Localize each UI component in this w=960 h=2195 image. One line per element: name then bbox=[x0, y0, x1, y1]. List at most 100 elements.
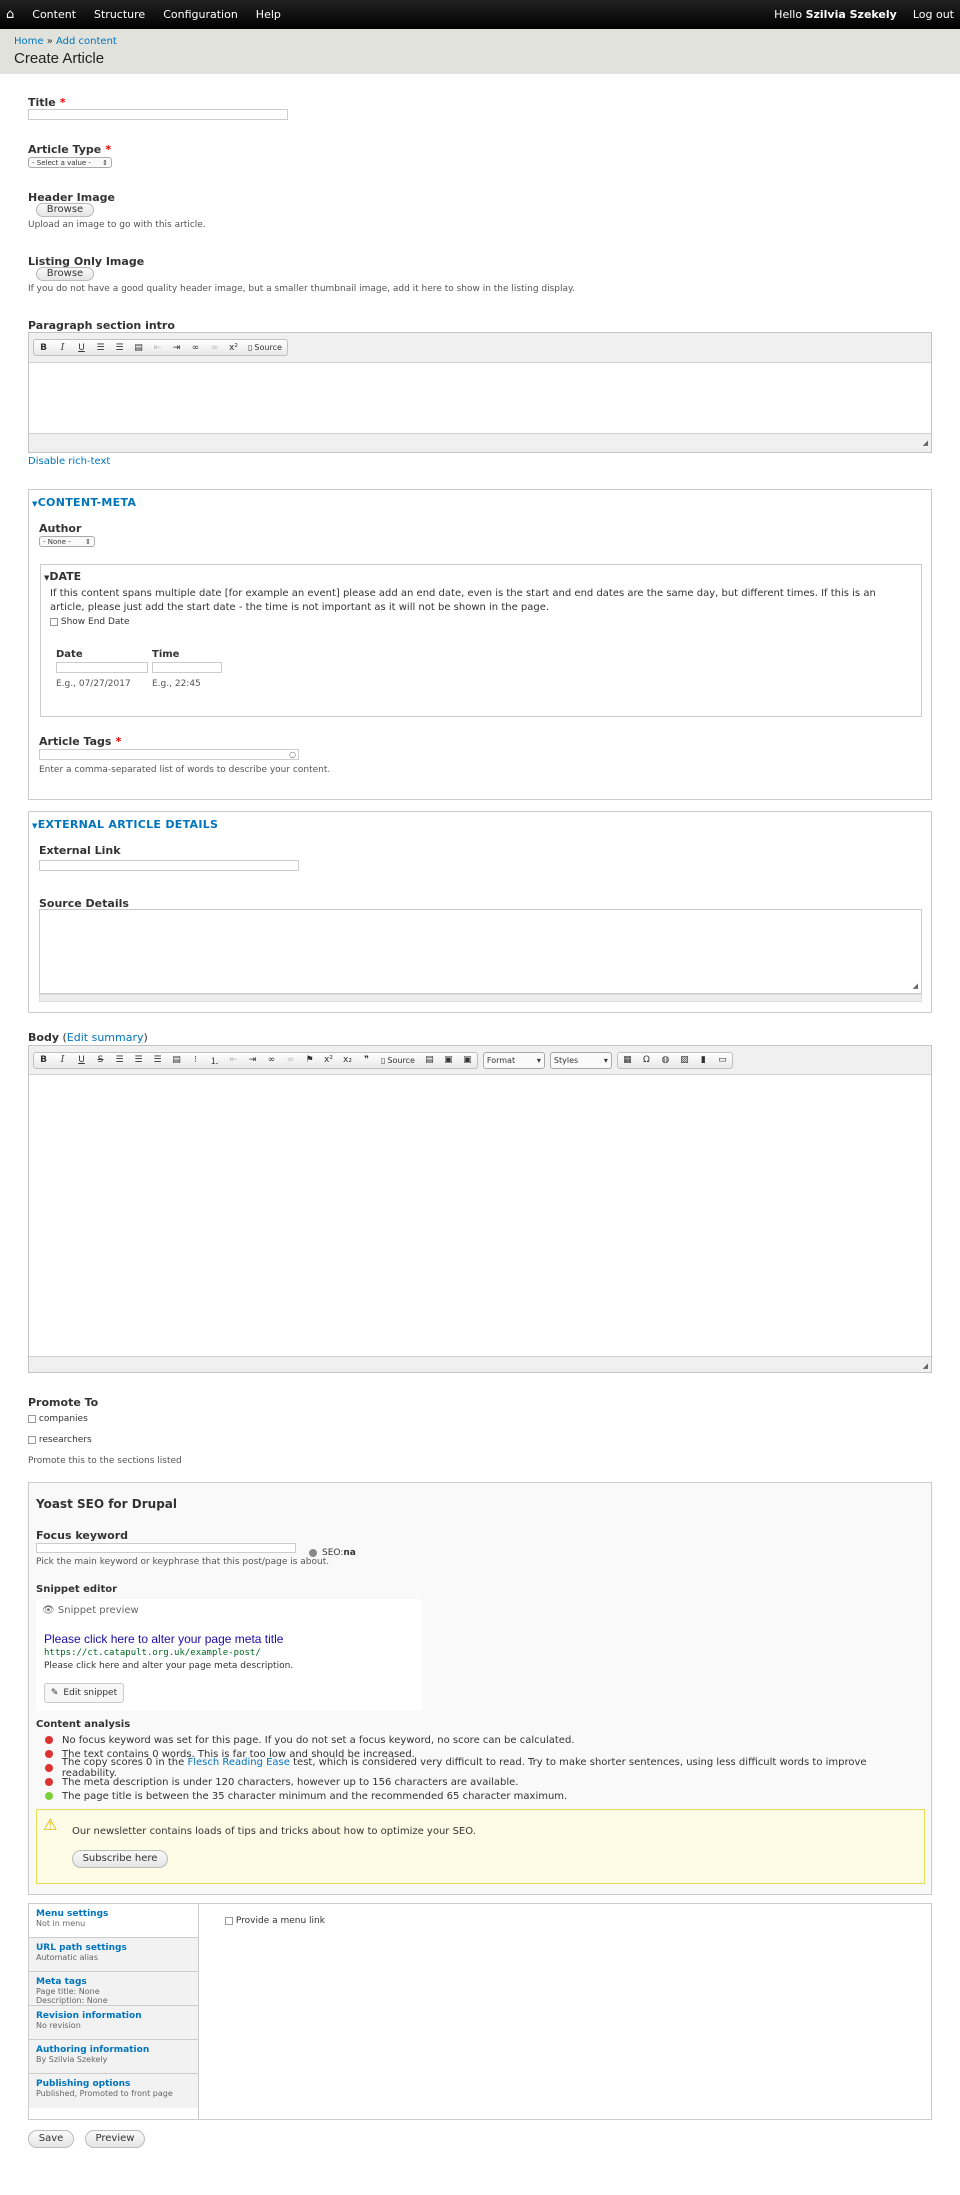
special-char-icon[interactable]: Ω bbox=[637, 1053, 656, 1068]
indent-icon[interactable]: ⇥ bbox=[243, 1053, 262, 1068]
editor-footer: ◢ bbox=[29, 434, 931, 450]
bold-icon[interactable]: B bbox=[34, 340, 53, 355]
strikethrough-icon[interactable]: S bbox=[91, 1053, 110, 1068]
source-details-textarea[interactable]: ◢ bbox=[39, 909, 922, 994]
align-left-icon[interactable]: ☰ bbox=[91, 340, 110, 355]
unlink-icon[interactable]: ∞ bbox=[205, 340, 224, 355]
breadcrumb-add-content[interactable]: Add content bbox=[56, 36, 117, 47]
home-icon[interactable]: ⌂ bbox=[6, 7, 14, 22]
bold-icon[interactable]: B bbox=[34, 1053, 53, 1068]
author-select[interactable]: - None - ⇕ bbox=[39, 536, 95, 547]
vtab-summary: No revision bbox=[36, 2021, 81, 2030]
toolbar-item-help[interactable]: Help bbox=[256, 8, 281, 21]
format-dropdown[interactable]: Format ▾ bbox=[482, 1051, 545, 1069]
paste-word-icon[interactable]: ▣ bbox=[458, 1053, 477, 1068]
preview-button[interactable]: Preview bbox=[85, 2130, 145, 2148]
justify-icon[interactable]: ▤ bbox=[167, 1053, 186, 1068]
paragraph-intro-content[interactable] bbox=[29, 362, 931, 434]
edit-summary-link[interactable]: Edit summary bbox=[67, 1031, 144, 1044]
listing-image-browse-button[interactable]: Browse bbox=[36, 267, 94, 281]
date-legend[interactable]: ▼DATE bbox=[44, 570, 81, 583]
iframe-globe-icon[interactable]: ◍ bbox=[656, 1053, 675, 1068]
user-link[interactable]: Szilvia Szekely bbox=[806, 8, 897, 21]
align-right-icon[interactable]: ☰ bbox=[148, 1053, 167, 1068]
horizontal-rule-icon[interactable]: ▤ bbox=[420, 1053, 439, 1068]
italic-icon[interactable]: I bbox=[53, 340, 72, 355]
content-meta-legend[interactable]: ▼CONTENT-META bbox=[32, 496, 136, 509]
toolbar-item-structure[interactable]: Structure bbox=[94, 8, 145, 21]
bulleted-list-icon[interactable]: ⁝ bbox=[186, 1053, 205, 1068]
media-embed-icon[interactable]: ▭ bbox=[713, 1053, 732, 1068]
flesch-reading-ease-link[interactable]: Flesch Reading Ease bbox=[187, 1757, 290, 1768]
vtab-publishing[interactable]: Publishing options Published, Promoted to… bbox=[29, 2074, 198, 2108]
analysis-text: No focus keyword was set for this page. … bbox=[62, 1734, 575, 1746]
indent-icon[interactable]: ⇥ bbox=[167, 340, 186, 355]
source-button[interactable]: ▯ Source bbox=[376, 1053, 420, 1068]
provide-menu-link-checkbox[interactable] bbox=[225, 1916, 233, 1925]
resize-grip-icon[interactable]: ◢ bbox=[923, 1362, 928, 1370]
link-icon[interactable]: ∞ bbox=[186, 340, 205, 355]
time-input[interactable] bbox=[152, 662, 222, 673]
article-tags-input[interactable]: ○ bbox=[39, 749, 299, 760]
align-center-icon[interactable]: ☰ bbox=[129, 1053, 148, 1068]
textarea-grippie[interactable] bbox=[39, 994, 922, 1002]
companies-checkbox[interactable] bbox=[28, 1414, 36, 1423]
analysis-text: The meta description is under 120 charac… bbox=[62, 1776, 519, 1788]
superscript-icon[interactable]: x² bbox=[224, 340, 243, 355]
source-button[interactable]: ▯ Source bbox=[243, 340, 287, 355]
external-link-input[interactable] bbox=[39, 860, 299, 871]
show-end-date-checkbox[interactable] bbox=[50, 617, 58, 626]
outdent-icon[interactable]: ⇤ bbox=[148, 340, 167, 355]
disable-rich-text-link[interactable]: Disable rich-text bbox=[28, 456, 110, 467]
article-type-select[interactable]: - Select a value - ⇕ bbox=[28, 157, 112, 168]
numbered-list-icon[interactable]: ⒈ bbox=[205, 1053, 224, 1068]
italic-icon[interactable]: I bbox=[53, 1053, 72, 1068]
external-details-legend[interactable]: ▼EXTERNAL ARTICLE DETAILS bbox=[32, 818, 218, 831]
paste-text-icon[interactable]: ▣ bbox=[439, 1053, 458, 1068]
toolbar-item-content[interactable]: Content bbox=[32, 8, 76, 21]
snippet-preview-label: Snippet preview bbox=[57, 1605, 139, 1616]
edit-snippet-button[interactable]: ✎ Edit snippet bbox=[44, 1683, 124, 1703]
body-content[interactable] bbox=[29, 1074, 931, 1357]
page-title: Create Article bbox=[14, 50, 105, 67]
align-left-icon[interactable]: ☰ bbox=[110, 1053, 129, 1068]
vtab-url-path[interactable]: URL path settings Automatic alias bbox=[29, 1938, 198, 1972]
logout-link[interactable]: Log out bbox=[913, 8, 954, 21]
anchor-flag-icon[interactable]: ⚑ bbox=[300, 1053, 319, 1068]
underline-icon[interactable]: U bbox=[72, 1053, 91, 1068]
subscript-icon[interactable]: x₂ bbox=[338, 1053, 357, 1068]
styles-dropdown[interactable]: Styles ▾ bbox=[549, 1051, 612, 1069]
resize-grip-icon[interactable]: ◢ bbox=[913, 982, 918, 990]
subscribe-button[interactable]: Subscribe here bbox=[72, 1850, 168, 1868]
resize-grip-icon[interactable]: ◢ bbox=[923, 439, 928, 447]
justify-icon[interactable]: ▤ bbox=[129, 340, 148, 355]
image-icon[interactable]: ▨ bbox=[675, 1053, 694, 1068]
vtab-menu-settings[interactable]: Menu settings Not in menu bbox=[29, 1904, 198, 1938]
align-center-icon[interactable]: ☰ bbox=[110, 340, 129, 355]
header-image-browse-button[interactable]: Browse bbox=[36, 203, 94, 217]
snippet-meta-title[interactable]: Please click here to alter your page met… bbox=[44, 1632, 283, 1646]
title-input[interactable] bbox=[28, 109, 288, 120]
unlink-icon[interactable]: ∞ bbox=[281, 1053, 300, 1068]
vtab-authoring[interactable]: Authoring information By Szilvia Szekely bbox=[29, 2040, 198, 2074]
vtab-revision[interactable]: Revision information No revision bbox=[29, 2006, 198, 2040]
snippet-meta-description[interactable]: Please click here and alter your page me… bbox=[44, 1661, 293, 1671]
chart-icon[interactable]: ▮ bbox=[694, 1053, 713, 1068]
table-icon[interactable]: ▦ bbox=[618, 1053, 637, 1068]
superscript-icon[interactable]: x² bbox=[319, 1053, 338, 1068]
focus-keyword-label: Focus keyword bbox=[36, 1529, 129, 1542]
required-marker: * bbox=[105, 143, 112, 156]
toolbar-item-configuration[interactable]: Configuration bbox=[163, 8, 238, 21]
vtab-meta-tags[interactable]: Meta tags Page title: None Description: No… bbox=[29, 1972, 198, 2006]
researchers-checkbox[interactable] bbox=[28, 1435, 36, 1444]
focus-keyword-input[interactable] bbox=[36, 1543, 296, 1553]
save-button[interactable]: Save bbox=[28, 2130, 74, 2148]
link-icon[interactable]: ∞ bbox=[262, 1053, 281, 1068]
breadcrumb-home[interactable]: Home bbox=[14, 36, 44, 47]
date-input[interactable] bbox=[56, 662, 148, 673]
snippet-url[interactable]: https://ct.catapult.org.uk/example-post/ bbox=[44, 1648, 261, 1658]
blockquote-icon[interactable]: ❞ bbox=[357, 1053, 376, 1068]
outdent-icon[interactable]: ⇤ bbox=[224, 1053, 243, 1068]
editor-toolbar: B I U ☰ ☰ ▤ ⇤ ⇥ ∞ ∞ x² ▯ Source bbox=[29, 333, 931, 362]
underline-icon[interactable]: U bbox=[72, 340, 91, 355]
